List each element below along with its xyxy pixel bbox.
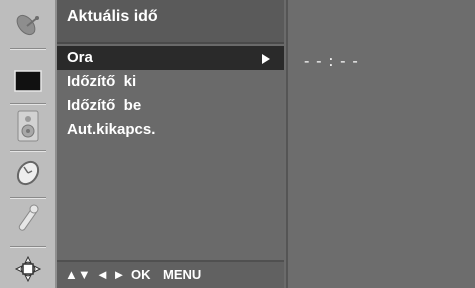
tv-osd-menu: Aktuális idő Ora Időzítő ki Időzítő be A… [0,0,475,288]
menu-title: Aktuális idő [67,8,158,25]
left-right-arrows-icon: ◄ ► [96,267,126,282]
time-menu-panel: Aktuális idő Ora Időzítő ki Időzítő be A… [57,0,284,288]
menu-item-label: Időzítő be [67,97,142,114]
speaker-icon[interactable] [6,107,50,145]
menu-item-label: Ora [67,49,93,66]
satellite-dish-icon[interactable] [6,6,50,44]
up-down-arrows-icon: ▲▼ [65,267,91,282]
submenu-arrow-icon [262,54,270,64]
menu-item-aut-kikapcs[interactable]: Aut.kikapcs. [57,118,284,142]
wrench-icon[interactable] [6,200,50,238]
ok-hint: OK [131,267,151,282]
menu-item-label: Aut.kikapcs. [67,121,156,138]
category-rail [0,0,57,288]
menu-hint: MENU [163,267,202,282]
nav-hint-bar: ▲▼ ◄ ► OK MENU [57,260,284,288]
menu-item-idozito-be[interactable]: Időzítő be [57,94,284,118]
option-icon[interactable] [6,250,50,288]
menu-item-ora[interactable]: Ora [57,46,284,70]
menu-title-bar: Aktuális idő [57,0,284,44]
menu-item-idozito-ki[interactable]: Időzítő ki [57,70,284,94]
menu-item-label: Időzítő ki [67,73,137,90]
value-panel: - - : - - [286,0,475,288]
screen-icon[interactable] [6,62,50,100]
time-value: - - : - - [304,52,359,70]
clock-icon[interactable] [6,154,50,192]
